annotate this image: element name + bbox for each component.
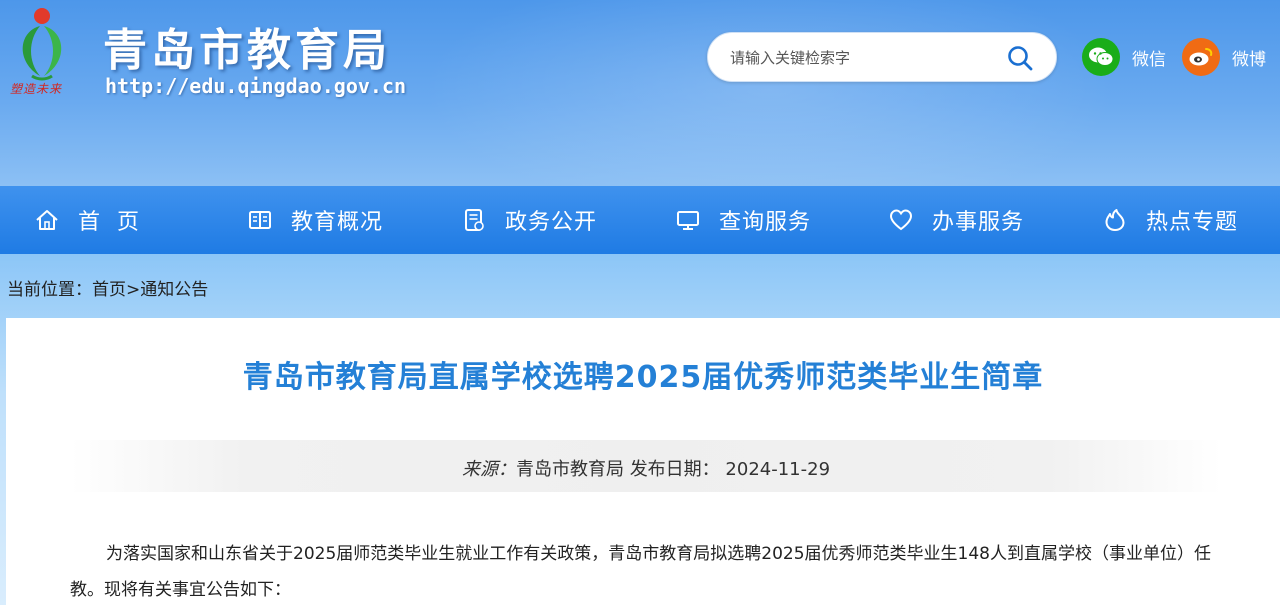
search-input[interactable] [730,45,990,71]
emblem-motto: 塑造未来 [10,82,63,96]
wechat-label[interactable]: 微信 [1132,45,1166,70]
breadcrumb-current[interactable]: 通知公告 [140,280,208,300]
nav-label-topics[interactable]: 热点专题 [1146,204,1238,236]
search-icon[interactable] [1006,44,1034,72]
article-paragraph: 为落实国家和山东省关于2025届师范类毕业生就业工作有关政策，青岛市教育局拟选聘… [70,544,1211,600]
nav-item-overview[interactable]: 教育概况 [247,186,383,254]
article-meta: 来源：青岛市教育局 发布日期： 2024-11-29 [70,455,1222,481]
source-label: 来源： [461,459,516,480]
article-title: 青岛市教育局直属学校选聘2025届优秀师范类毕业生简章 [242,360,1044,395]
nav-label-home[interactable]: 首 页 [78,204,140,236]
wechat-icon[interactable] [1082,38,1120,76]
main-nav: 首 页 教育概况 政务公开 查询服务 办事服务 热点专题 [0,186,1280,254]
weibo-label[interactable]: 微博 [1232,45,1266,70]
breadcrumb: 当前位置：首页>通知公告 [7,275,208,300]
breadcrumb-prefix: 当前位置： [7,280,92,300]
date-value: 2024-11-29 [725,459,831,480]
nav-label-query[interactable]: 查询服务 [719,204,811,236]
nav-item-home[interactable]: 首 页 [34,186,140,254]
breadcrumb-separator: > [126,280,141,300]
site-title[interactable]: 青岛市教育局 [103,14,391,78]
nav-item-query[interactable]: 查询服务 [675,186,811,254]
breadcrumb-home[interactable]: 首页 [92,280,126,300]
heart-icon [889,209,913,231]
flame-icon [1105,209,1125,231]
nav-item-topics[interactable]: 热点专题 [1102,186,1238,254]
book-icon [249,211,271,229]
document-icon [465,209,484,231]
site-url: http://edu.qingdao.gov.cn [105,74,407,98]
source-value: 青岛市教育局 [515,459,624,480]
home-icon [36,210,58,230]
wechat-link[interactable]: 微信 [1082,37,1166,77]
nav-item-affairs[interactable]: 政务公开 [461,186,597,254]
monitor-icon [677,211,699,230]
nav-item-services[interactable]: 办事服务 [888,186,1024,254]
search-box [707,32,1057,82]
weibo-link[interactable]: 微博 [1182,37,1266,77]
weibo-icon[interactable] [1182,38,1220,76]
nav-label-overview[interactable]: 教育概况 [291,204,383,236]
site-header: 塑造未来 青岛市教育局 http://edu.qingdao.gov.cn 微信 [0,0,1280,186]
nav-label-affairs[interactable]: 政务公开 [505,204,597,236]
nav-label-services[interactable]: 办事服务 [932,204,1024,236]
date-label: 发布日期： [629,459,720,480]
